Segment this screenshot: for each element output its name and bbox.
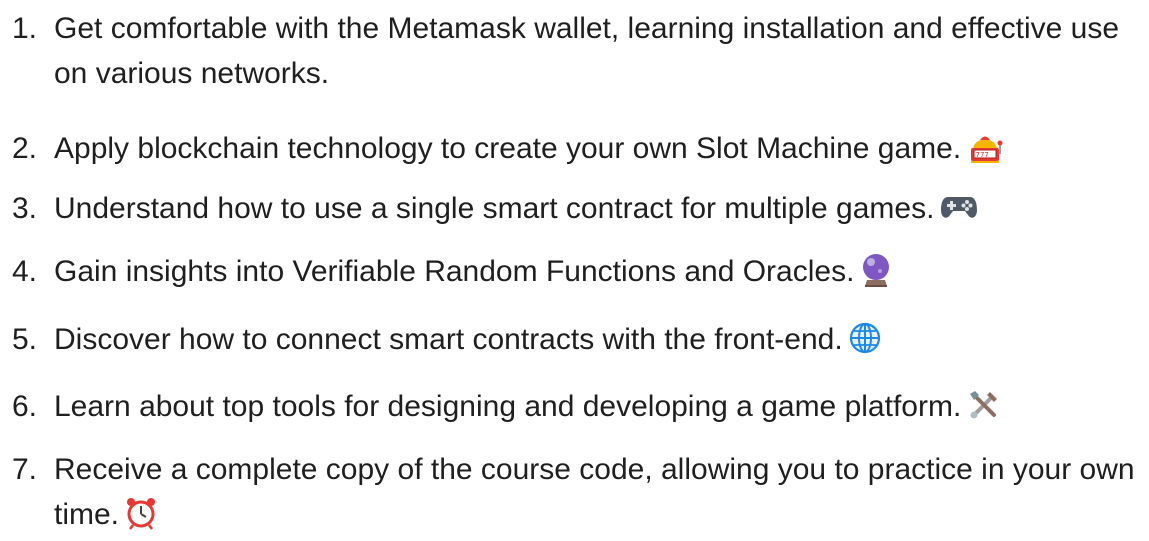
list-item-text: Gain insights into Verifiable Random Fun… [54,255,855,288]
list-item-text: Get comfortable with the Metamask wallet… [54,12,1119,90]
list-item-text: Understand how to use a single smart con… [54,192,935,225]
list-item-text: Receive a complete copy of the course co… [54,453,1135,531]
list-item-number: 6. [12,390,38,423]
globe-icon [849,322,881,354]
list-item-text: Apply blockchain technology to create yo… [54,132,962,165]
list-item-text: Learn about top tools for designing and … [54,390,962,423]
list-item-number: 2. [12,132,38,165]
list-item-number: 5. [12,323,38,356]
slot-machine-icon: 777 [967,130,1005,164]
list-item-number: 4. [12,255,38,288]
game-controller-icon [940,192,978,222]
crystal-ball-icon [860,252,892,288]
list-item-number: 7. [12,453,38,486]
alarm-clock-icon [125,496,157,530]
list-item-text: Discover how to connect smart contracts … [54,323,843,356]
list-item-number: 1. [12,12,38,45]
hammer-wrench-icon [967,388,1001,422]
numbered-list: 1. Get comfortable with the Metamask wal… [0,0,1149,541]
svg-text:777: 777 [976,151,989,159]
list-item-number: 3. [12,192,38,225]
